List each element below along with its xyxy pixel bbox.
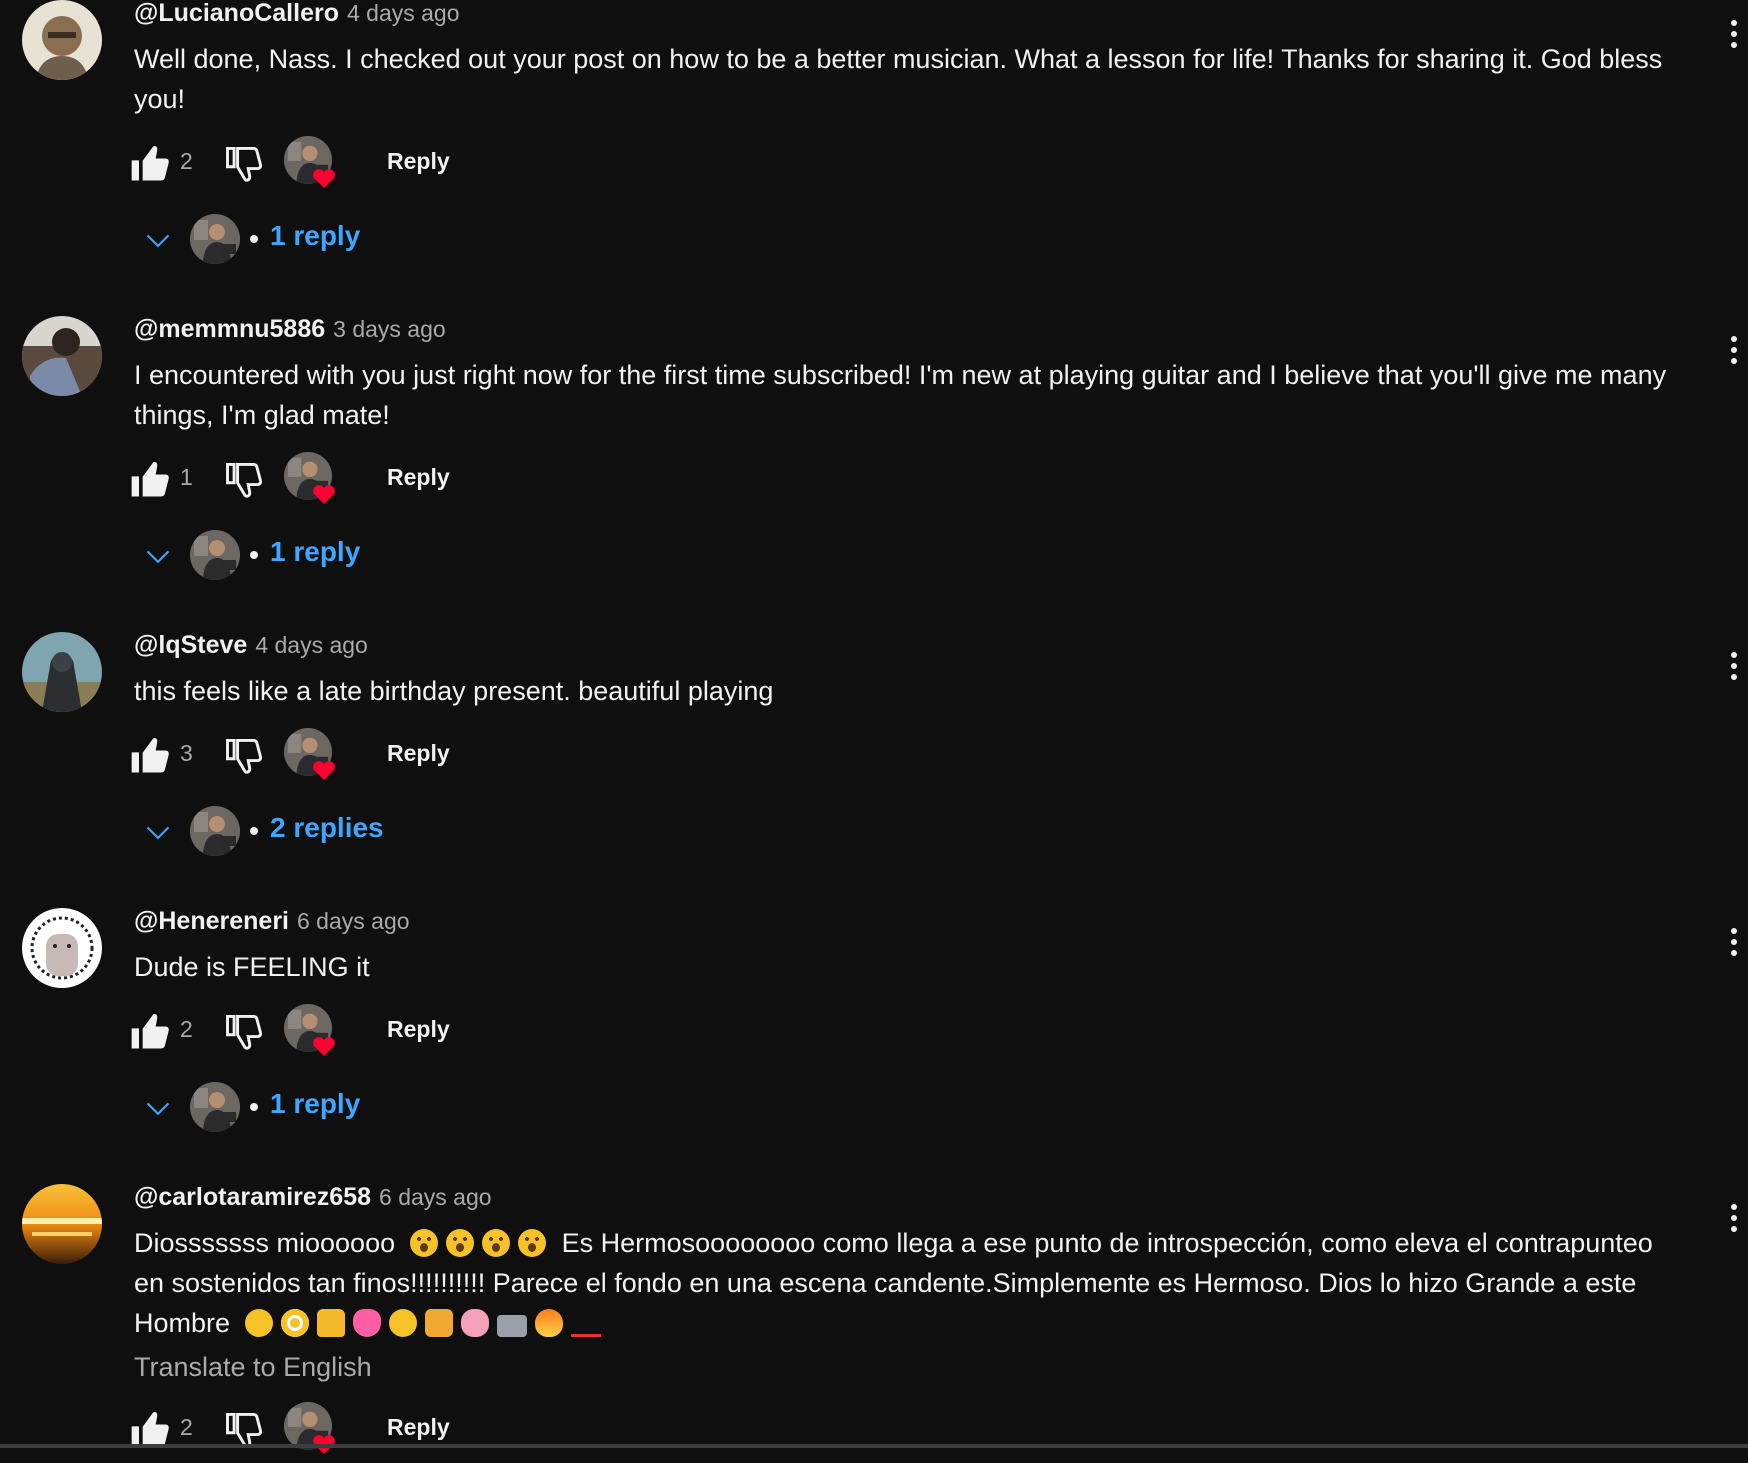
like-count: 3 [180, 740, 193, 766]
author-name[interactable]: @carlotaramirez658 [134, 1183, 371, 1211]
like-icon[interactable] [128, 458, 172, 502]
like-count: 2 [180, 1414, 193, 1440]
creator-avatar [190, 1082, 240, 1132]
creator-heart-badge [284, 136, 340, 192]
two-hearts-emoji-icon [353, 1309, 382, 1337]
author-name[interactable]: @LucianoCallero [134, 0, 339, 27]
timestamp[interactable]: 6 days ago [379, 1184, 492, 1210]
timestamp[interactable]: 4 days ago [255, 632, 368, 658]
like-count: 2 [180, 1016, 193, 1042]
astonished-emoji-icon [518, 1229, 547, 1257]
creator-heart-badge [284, 728, 340, 784]
avatar[interactable] [22, 316, 102, 396]
reply-button[interactable]: Reply [387, 1414, 450, 1441]
creator-heart-badge [284, 1402, 340, 1458]
avatar[interactable] [22, 0, 102, 80]
astonished-emoji-icon [446, 1229, 475, 1257]
more-actions-icon[interactable] [1728, 928, 1740, 964]
more-actions-icon[interactable] [1728, 20, 1740, 56]
timestamp[interactable]: 3 days ago [333, 316, 446, 342]
translate-link[interactable]: Translate to English [134, 1352, 372, 1383]
smiling-emoji-icon [389, 1309, 418, 1337]
kissing-emoji-icon [245, 1309, 274, 1337]
like-count: 1 [180, 464, 193, 490]
dislike-icon[interactable] [222, 142, 266, 186]
avatar[interactable] [22, 632, 102, 712]
comment-text: Diosssssss mioooooo Es Hermosoooooooo co… [134, 1223, 1679, 1343]
separator-dot [250, 1103, 258, 1111]
comment-text: Well done, Nass. I checked out your post… [134, 44, 1663, 114]
reply-button[interactable]: Reply [387, 740, 450, 767]
timestamp[interactable]: 4 days ago [347, 0, 460, 26]
creator-avatar [190, 530, 240, 580]
like-icon[interactable] [128, 734, 172, 778]
author-name[interactable]: @memmnu5886 [134, 315, 325, 343]
separator-dot [250, 827, 258, 835]
comment-header: @lqSteve 4 days ago [134, 630, 368, 660]
pleading-emoji-icon [281, 1309, 310, 1337]
balance-scale-emoji-icon [497, 1315, 528, 1337]
separator-dot [250, 235, 258, 243]
dislike-icon[interactable] [222, 734, 266, 778]
comment-header: @LucianoCallero 4 days ago [134, 0, 460, 28]
creator-avatar [190, 806, 240, 856]
reply-button[interactable]: Reply [387, 148, 450, 175]
chevron-down-icon [140, 542, 176, 570]
fist-emoji-icon [425, 1309, 454, 1337]
author-name[interactable]: @lqSteve [134, 631, 247, 659]
chevron-down-icon [140, 1094, 176, 1122]
comment-text-part: Diosssssss mioooooo [134, 1228, 396, 1258]
avatar[interactable] [22, 908, 102, 988]
brain-emoji-icon [461, 1309, 490, 1337]
comment-header: @memmnu5886 3 days ago [134, 314, 446, 344]
separator-dot [250, 551, 258, 559]
more-actions-icon[interactable] [1728, 336, 1740, 372]
replies-count-link[interactable]: 1 reply [270, 1088, 360, 1120]
hundred-points-emoji-icon [571, 1306, 602, 1337]
comment-text: I encountered with you just right now fo… [134, 360, 1667, 430]
chevron-down-icon [140, 226, 176, 254]
chevron-down-icon [140, 818, 176, 846]
astonished-emoji-icon [410, 1229, 439, 1257]
horizontal-scrollbar[interactable] [0, 1444, 1748, 1448]
timestamp[interactable]: 6 days ago [297, 908, 410, 934]
creator-heart-badge [284, 452, 340, 508]
comment-header: @Henereneri 6 days ago [134, 906, 410, 936]
creator-heart-badge [284, 1004, 340, 1060]
replies-count-link[interactable]: 1 reply [270, 220, 360, 252]
replies-count-link[interactable]: 1 reply [270, 536, 360, 568]
author-name[interactable]: @Henereneri [134, 907, 289, 935]
astonished-emoji-icon [482, 1229, 511, 1257]
like-icon[interactable] [128, 1010, 172, 1054]
like-icon[interactable] [128, 142, 172, 186]
reply-button[interactable]: Reply [387, 1016, 450, 1043]
comment-text: Dude is FEELING it [134, 952, 370, 982]
like-count: 2 [180, 148, 193, 174]
avatar[interactable] [22, 1184, 102, 1264]
dislike-icon[interactable] [222, 458, 266, 502]
more-actions-icon[interactable] [1728, 652, 1740, 688]
comment-header: @carlotaramirez658 6 days ago [134, 1182, 492, 1212]
creator-avatar [190, 214, 240, 264]
replies-count-link[interactable]: 2 replies [270, 812, 384, 844]
fire-emoji-icon [535, 1309, 564, 1337]
dislike-icon[interactable] [222, 1010, 266, 1054]
reply-button[interactable]: Reply [387, 464, 450, 491]
comment-text: this feels like a late birthday present.… [134, 676, 774, 706]
thumbs-up-emoji-icon [317, 1309, 346, 1337]
more-actions-icon[interactable] [1728, 1204, 1740, 1240]
